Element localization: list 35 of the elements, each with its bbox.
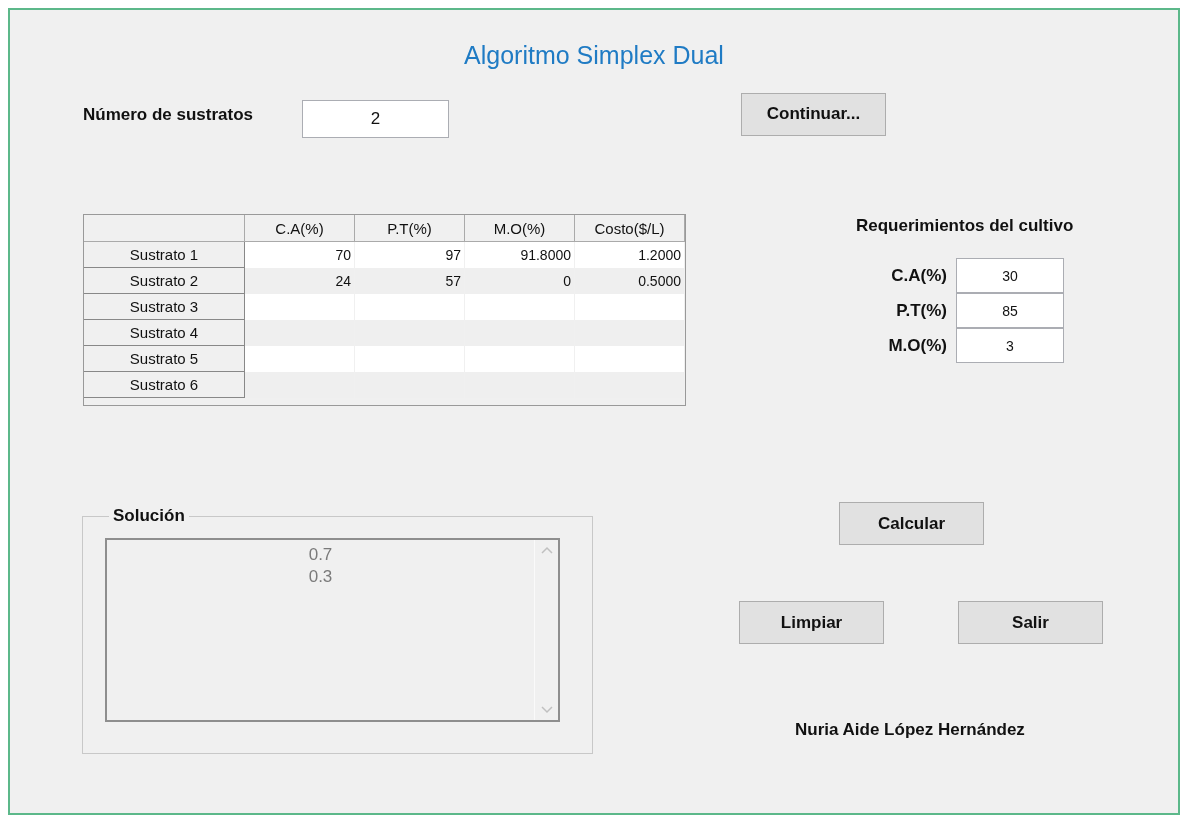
- solution-value: 0.3: [308, 566, 333, 588]
- solution-value: 0.7: [308, 544, 333, 566]
- column-header[interactable]: C.A(%): [245, 215, 355, 242]
- table-cell[interactable]: 1.2000: [575, 242, 685, 268]
- substrates-field[interactable]: 2: [302, 100, 449, 138]
- field-label: M.O(%): [888, 335, 947, 356]
- column-header[interactable]: M.O(%): [465, 215, 575, 242]
- table-cell[interactable]: 97: [355, 242, 465, 268]
- field-label: C.A(%): [891, 265, 947, 286]
- field-label: P.T(%): [896, 300, 947, 321]
- author-name: Nuria Aide López Hernández: [795, 720, 1026, 740]
- solution-listbox[interactable]: 0.7 0.3: [105, 538, 560, 722]
- window-title: Algoritmo Simplex Dual: [464, 40, 724, 70]
- calculate-button[interactable]: Calcular: [839, 502, 984, 545]
- solution-title: Solución: [112, 506, 186, 526]
- scroll-down-icon[interactable]: [540, 706, 553, 714]
- row-header: Sustrato 2: [84, 268, 245, 294]
- column-header[interactable]: P.T(%): [355, 215, 465, 242]
- input-field[interactable]: 3: [956, 328, 1064, 363]
- row-header: Sustrato 3: [84, 294, 245, 320]
- row-header: Sustrato 6: [84, 372, 245, 398]
- exit-button[interactable]: Salir: [958, 601, 1103, 644]
- scroll-up-icon[interactable]: [540, 546, 553, 554]
- substrates-label: Número de sustratos: [83, 105, 255, 125]
- column-header[interactable]: Costo($/L): [575, 215, 685, 242]
- row-header: Sustrato 4: [84, 320, 245, 346]
- row-header: Sustrato 5: [84, 346, 245, 372]
- continue-button[interactable]: Continuar...: [741, 92, 886, 136]
- row-header: Sustrato 1: [84, 242, 245, 268]
- input-field[interactable]: 30: [956, 258, 1064, 293]
- clear-button[interactable]: Limpiar: [739, 601, 884, 644]
- table-cell[interactable]: 91.8000: [465, 242, 575, 268]
- input-field[interactable]: 85: [956, 293, 1064, 328]
- table-cell[interactable]: 70: [245, 242, 355, 268]
- requirements-title: Requerimientos del cultivo: [856, 216, 1075, 236]
